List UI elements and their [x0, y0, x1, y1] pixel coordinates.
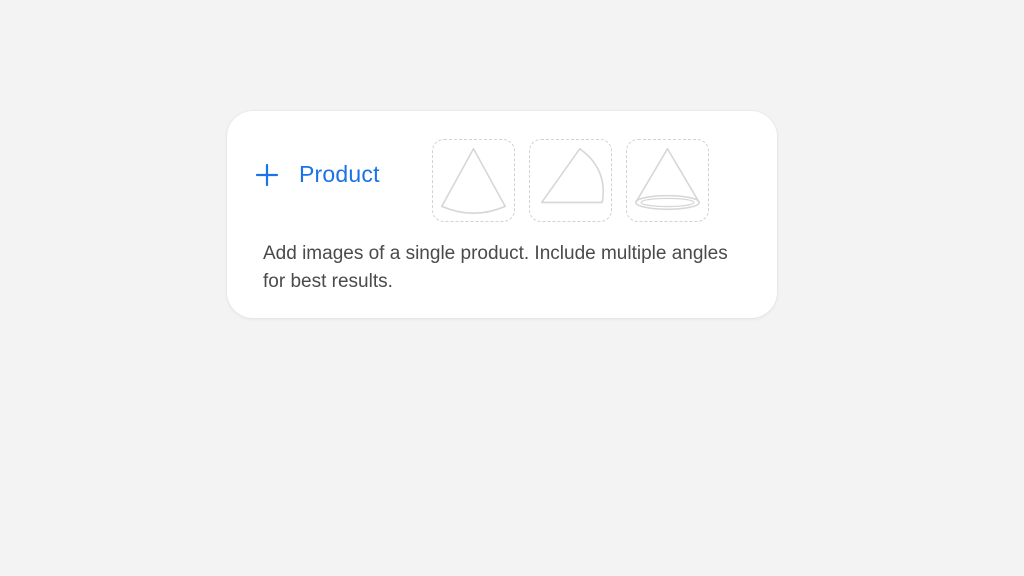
product-upload-card: Product Add images of a single product. … [227, 111, 777, 318]
product-help-text: Add images of a single product. Include … [263, 243, 728, 292]
sample-placeholder-angled[interactable] [529, 139, 612, 222]
sample-image-placeholders [432, 139, 709, 222]
add-product-button[interactable]: Product [255, 161, 380, 188]
plus-icon [255, 163, 279, 187]
sample-placeholder-base[interactable] [626, 139, 709, 222]
sample-placeholder-front[interactable] [432, 139, 515, 222]
cone-base-icon [635, 148, 700, 211]
cone-angled-icon [540, 148, 604, 204]
cone-side-icon [441, 148, 506, 214]
add-product-label: Product [299, 161, 380, 187]
